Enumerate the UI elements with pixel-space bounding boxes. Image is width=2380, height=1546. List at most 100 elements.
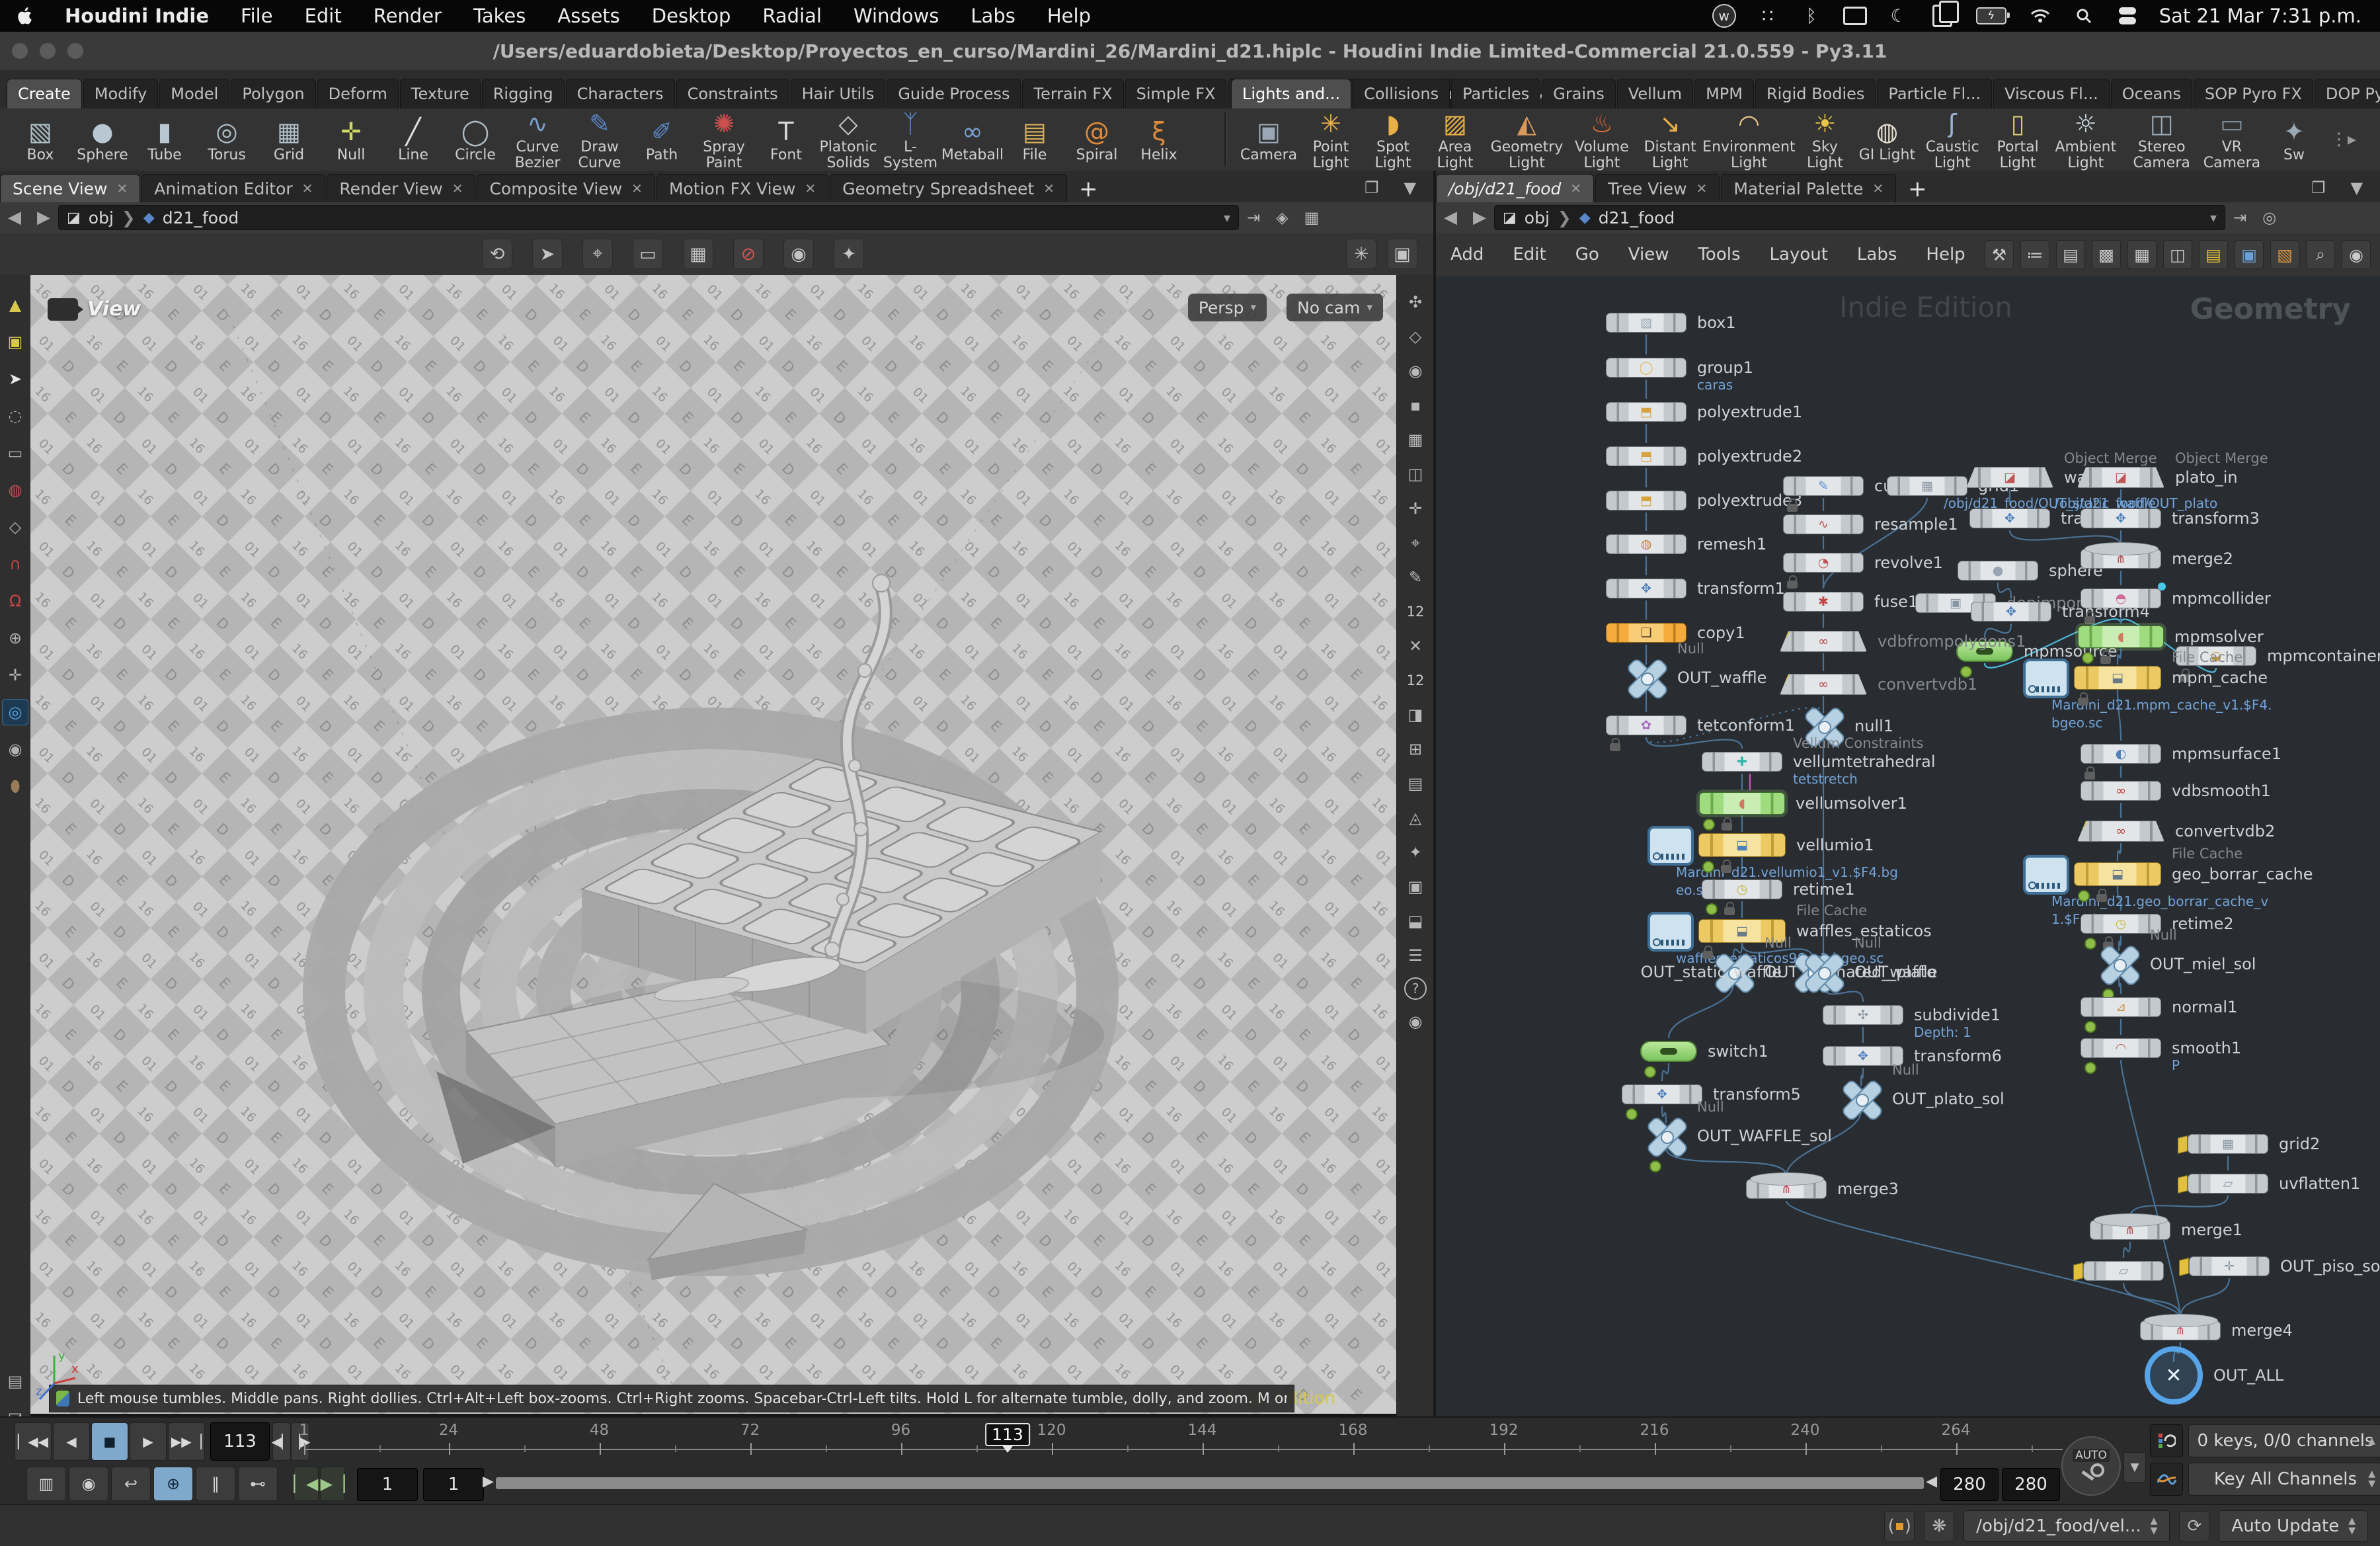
display-badge[interactable]: [2084, 938, 2096, 950]
node-uvflatten1[interactable]: ▱ uvflatten1: [2178, 1174, 2360, 1194]
node-transform3[interactable]: ✥ transform3: [2081, 509, 2260, 528]
node-out-piso-sol[interactable]: ✛ OUT_piso_sol: [2179, 1256, 2380, 1276]
node-body[interactable]: [1840, 1078, 1885, 1123]
close-tab-icon[interactable]: ✕: [631, 181, 643, 196]
keys-info-field[interactable]: 0 keys, 0/0 channels ▲: [2188, 1424, 2380, 1457]
display-badge[interactable]: [1626, 1108, 1638, 1120]
left-tool-9[interactable]: ⊕: [3, 626, 28, 651]
node-body[interactable]: ◷: [1702, 879, 1782, 899]
viewport-tool-7[interactable]: ✦: [834, 239, 864, 269]
node-polyextrude3[interactable]: ⬒ polyextrude3: [1606, 491, 1802, 510]
node-body[interactable]: ▦: [1887, 476, 1967, 496]
node-body[interactable]: ∞: [2077, 821, 2164, 842]
close-tab-icon[interactable]: ✕: [1570, 181, 1581, 196]
display-option-10[interactable]: ✕: [1403, 633, 1428, 659]
wire-merge1-uv1[interactable]: [2122, 1241, 2131, 1258]
node-convertvdb2[interactable]: ∞ convertvdb2: [2077, 821, 2275, 842]
node-body[interactable]: ✥: [1606, 579, 1686, 598]
node-body[interactable]: ⬓: [2023, 659, 2161, 698]
menu-file[interactable]: File: [227, 5, 286, 27]
shelf-tool-environment-light[interactable]: ◠ Environment Light: [1702, 108, 1795, 171]
spotlight-icon[interactable]: [2072, 4, 2096, 28]
apple-menu-icon[interactable]: [13, 4, 37, 28]
network-tab-maximize-icon[interactable]: ▼: [2343, 179, 2371, 197]
node-vdbsmooth1[interactable]: ∞ vdbsmooth1: [2081, 781, 2271, 801]
shelf-tab-mpm[interactable]: MPM: [1694, 79, 1754, 108]
display-badge[interactable]: [1644, 1066, 1656, 1078]
shelf-tool-sw[interactable]: ✦ Sw: [2263, 116, 2325, 163]
shelf-tab-rigid-bodies[interactable]: Rigid Bodies: [1755, 79, 1876, 108]
left-tool-7[interactable]: ∩: [3, 551, 28, 577]
menu-edit[interactable]: Edit: [292, 5, 355, 27]
left-tool-2[interactable]: ➤: [3, 366, 28, 391]
shelf-tab-create[interactable]: Create: [7, 79, 82, 108]
node-body[interactable]: ⬒: [1606, 402, 1686, 422]
node-convertvdb1[interactable]: ∞ convertvdb1: [1780, 674, 1977, 695]
display-option-15[interactable]: ◬: [1403, 805, 1428, 831]
node-retime1[interactable]: ◷ retime1: [1702, 879, 1855, 915]
shelf-tool-grid[interactable]: ▦ Grid: [258, 116, 320, 163]
left-tool-6[interactable]: ◇: [3, 514, 28, 540]
node-tetconform1[interactable]: ✿ tetconform1: [1606, 715, 1795, 751]
viewport-tool-4[interactable]: ▦: [683, 239, 713, 269]
lock-badge[interactable]: [1721, 860, 1731, 873]
network-tab-split-icon[interactable]: ❐: [2303, 179, 2334, 197]
breadcrumb-node[interactable]: d21_food: [1599, 208, 1675, 227]
range-start-field[interactable]: 1: [423, 1468, 484, 1501]
left-tool-13[interactable]: ⬮: [3, 774, 28, 799]
display-option-16[interactable]: ✦: [1403, 840, 1428, 865]
node-merge3[interactable]: ⋔ merge3: [1746, 1172, 1899, 1199]
wire-tetconform1-vtet[interactable]: [1645, 737, 1743, 749]
menu-desktop[interactable]: Desktop: [639, 5, 744, 27]
shelf-tab-texture[interactable]: Texture: [399, 79, 481, 108]
node-fuse1[interactable]: ✱ fuse1: [1783, 592, 1918, 612]
node-body[interactable]: ◖: [2078, 626, 2164, 648]
menu-help[interactable]: Help: [1034, 5, 1104, 27]
viewport-tool-5[interactable]: ⊘: [733, 239, 764, 269]
node-revolve1[interactable]: ◔ revolve1: [1783, 553, 1943, 589]
playbar-option-0[interactable]: ▥: [26, 1467, 66, 1501]
shelf-tab-model[interactable]: Model: [159, 79, 230, 108]
node-body[interactable]: ⋔: [2090, 1213, 2170, 1240]
scene-tab-motion-fx-view[interactable]: Motion FX View ✕: [656, 174, 829, 202]
range-end-arrow[interactable]: ▶▕: [320, 1467, 345, 1501]
node-out-plato[interactable]: Null OUT_plato: [1802, 935, 1936, 996]
lock-badge[interactable]: [1724, 902, 1735, 915]
menu-windows[interactable]: Windows: [840, 5, 952, 27]
node-body[interactable]: ❏: [1606, 623, 1686, 643]
node-body[interactable]: ⬓: [2023, 855, 2161, 895]
node-curve1[interactable]: ✎curve1: [1783, 476, 1929, 512]
display-option-20[interactable]: ?: [1404, 977, 1427, 1000]
wire-uv1-merge4[interactable]: [2122, 1282, 2182, 1318]
shelf-tab-modify[interactable]: Modify: [83, 79, 159, 108]
shelf-tool-volume-light[interactable]: ♨ Volume Light: [1567, 108, 1636, 171]
left-tool-11[interactable]: ◎: [3, 700, 28, 725]
playbar-option-2[interactable]: ↩: [111, 1467, 151, 1501]
netmenu-icon-9[interactable]: ⌕: [2306, 240, 2335, 269]
node-body[interactable]: ∞: [2081, 781, 2161, 801]
scene-breadcrumb[interactable]: ◪ obj ❯ ◆ d21_food ▾: [58, 205, 1239, 230]
node-body[interactable]: ⋔: [2081, 542, 2161, 569]
shelf-tool-box[interactable]: ▧ Box: [9, 116, 71, 163]
shelf-tool-point-light[interactable]: ✳ Point Light: [1300, 108, 1362, 171]
shelf-tab-collisions[interactable]: Collisions: [1353, 79, 1450, 108]
shelf-tab-viscous-fl[interactable]: Viscous Fl...: [1993, 79, 2110, 108]
node-transform2[interactable]: ✥transform2: [1969, 509, 2149, 528]
node-body[interactable]: ⋔: [2140, 1314, 2221, 1340]
node-body[interactable]: ▦: [2178, 1134, 2268, 1154]
node-vdbfrompolygons1[interactable]: ∞ vdbfrompolygons1: [1780, 631, 2026, 652]
shelf-tool-spray-paint[interactable]: ✺ Spray Paint: [693, 108, 755, 171]
net-forward-icon[interactable]: ▶: [1465, 208, 1494, 227]
lock-badge[interactable]: [1610, 738, 1620, 751]
shelf-tool-camera[interactable]: ▣ Camera: [1238, 116, 1300, 163]
node-body[interactable]: ✥: [1969, 509, 2050, 528]
scene-tab-geometry-spreadsheet[interactable]: Geometry Spreadsheet ✕: [830, 174, 1068, 202]
node-vellumsolver1[interactable]: ◖ vellumsolver1: [1699, 792, 1907, 831]
node-sphere[interactable]: ● sphere: [1958, 561, 2103, 581]
display-option-19[interactable]: ☰: [1403, 943, 1428, 968]
node-body[interactable]: [1625, 657, 1670, 702]
node-vellumtetrahedral[interactable]: ✚ Vellum Constraints vellumtetrahedral tets…: [1702, 735, 1936, 787]
display-icon[interactable]: [1843, 4, 1867, 28]
shelf-tab-lights-and[interactable]: Lights and...: [1231, 79, 1352, 108]
display-option-13[interactable]: ⊞: [1403, 737, 1428, 762]
